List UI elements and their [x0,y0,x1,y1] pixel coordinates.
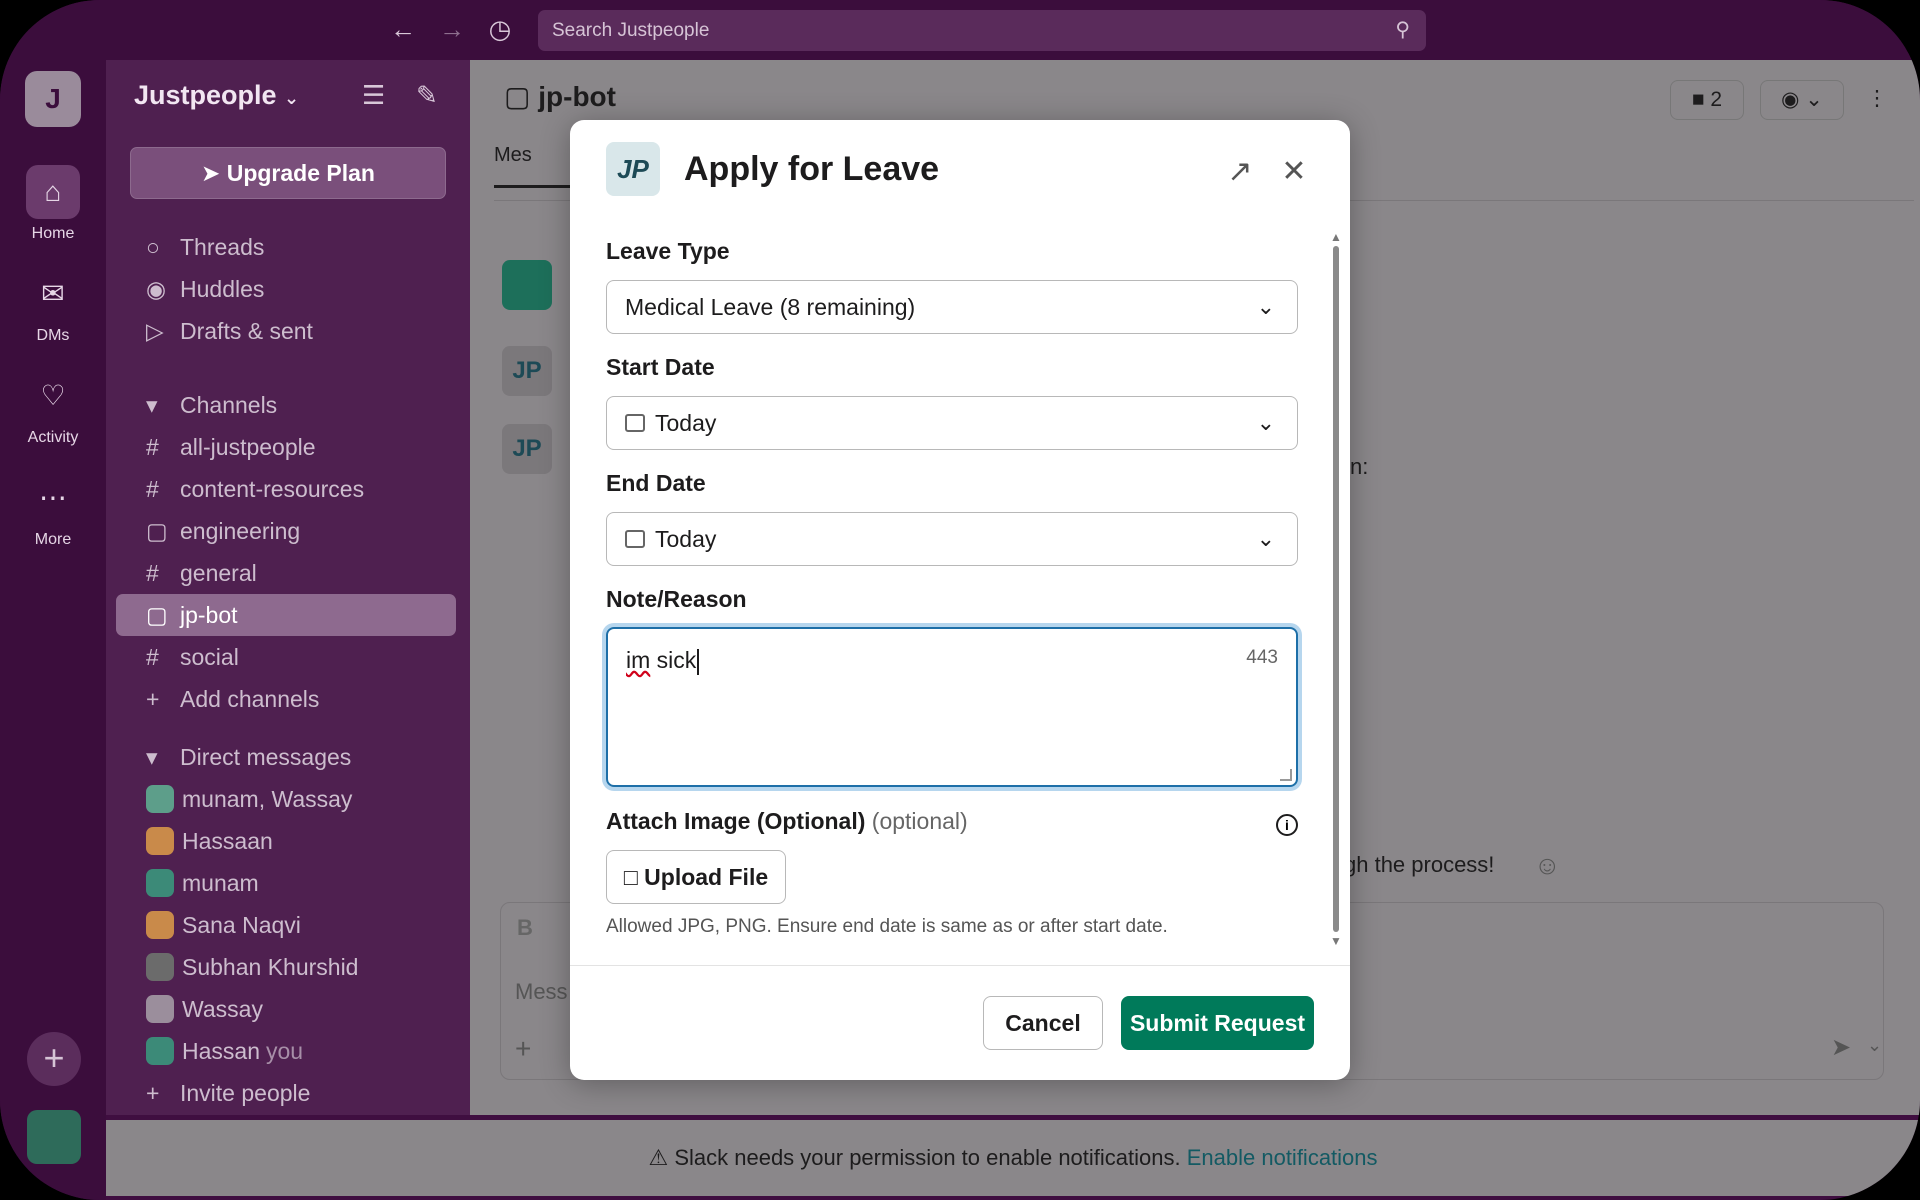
start-date-label: Start Date [606,354,715,380]
scroll-up-icon[interactable]: ▲ [1330,230,1342,244]
note-reason-label: Note/Reason [606,586,747,612]
note-text: sick [650,647,697,673]
close-icon[interactable]: ✕ [1276,154,1312,190]
resize-handle[interactable] [1280,769,1292,781]
info-icon[interactable]: i [1276,814,1298,836]
calendar-icon [625,529,645,548]
modal-scrollbar[interactable]: ▲ ▼ [1330,230,1342,948]
submit-request-button[interactable]: Submit Request [1121,996,1314,1050]
external-link-icon[interactable]: ↗ [1222,154,1258,190]
text-caret [697,648,700,675]
note-reason-textarea[interactable]: im sick 443 [606,627,1298,787]
chevron-down-icon: ⌄ [1256,410,1275,435]
leave-type-label: Leave Type [606,238,730,264]
app-window: ← → ◷ Search Justpeople ⚲ J ⌂ Home ✉ DMs… [0,0,1920,1200]
attach-image-label: Attach Image (Optional) (optional) [606,808,968,834]
end-date-picker[interactable]: Today ⌄ [606,512,1298,566]
apply-leave-modal: JP Apply for Leave ↗ ✕ Leave Type Medica… [570,120,1350,1080]
modal-title: Apply for Leave [684,150,940,188]
leave-type-select[interactable]: Medical Leave (8 remaining) ⌄ [606,280,1298,334]
note-text: im [626,647,651,673]
chevron-down-icon: ⌄ [1256,526,1275,551]
upload-file-button[interactable]: □ Upload File [606,850,786,904]
char-counter: 443 [1246,647,1278,668]
app-logo: JP [606,142,660,196]
end-date-label: End Date [606,470,706,496]
file-icon: □ [623,864,638,890]
scroll-down-icon[interactable]: ▼ [1330,934,1342,948]
footer-divider [570,965,1350,966]
upload-hint: Allowed JPG, PNG. Ensure end date is sam… [606,916,1168,937]
calendar-icon [625,413,645,432]
chevron-down-icon: ⌄ [1256,294,1275,319]
scroll-thumb[interactable] [1333,246,1339,932]
cancel-button[interactable]: Cancel [983,996,1103,1050]
start-date-picker[interactable]: Today ⌄ [606,396,1298,450]
